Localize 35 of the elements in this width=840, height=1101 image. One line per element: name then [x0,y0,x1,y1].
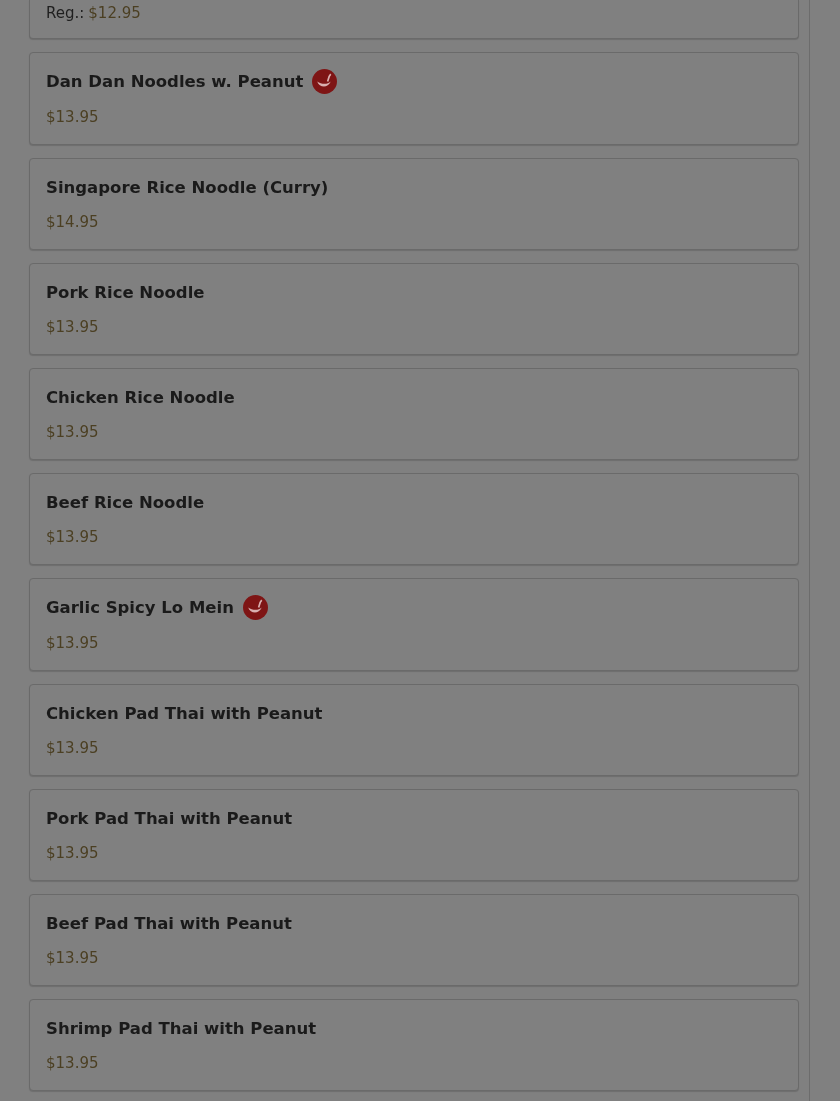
item-price: $13.95 [46,844,100,862]
menu-item-card[interactable]: Pork Pad Thai with Peanut $13.95 [29,789,799,881]
item-name: Beef Pad Thai with Peanut [46,913,292,933]
menu-item-card[interactable]: Chicken Rice Noodle $13.95 [29,368,799,460]
item-price: $13.95 [46,949,100,967]
item-name: Pork Rice Noodle [46,282,205,302]
item-price: $14.95 [46,213,100,231]
item-price: $13.95 [46,528,100,546]
menu-item-card[interactable]: Garlic Spicy Lo Mein $13.95 [29,578,799,671]
item-name: Singapore Rice Noodle (Curry) [46,177,329,197]
item-name: Chicken Pad Thai with Peanut [46,703,323,723]
menu-item-card[interactable]: Chicken Pad Thai with Peanut $13.95 [29,684,799,776]
chili-pepper-icon [242,595,268,620]
menu-item-card[interactable]: Pork Rice Noodle $13.95 [29,263,799,355]
item-price: $12.95 [88,4,141,22]
item-name: Garlic Spicy Lo Mein [46,598,234,617]
item-price: $13.95 [46,423,100,441]
menu-item-card[interactable]: Reg.: $12.95 [29,0,799,39]
menu-item-card[interactable]: Singapore Rice Noodle (Curry) $14.95 [29,158,799,250]
price-label: Reg.: [46,4,85,22]
item-name: Chicken Rice Noodle [46,387,235,407]
item-price: $13.95 [46,108,100,126]
item-name: Beef Rice Noodle [46,492,205,512]
menu-item-card[interactable]: Beef Pad Thai with Peanut $13.95 [29,894,799,986]
item-name: Dan Dan Noodles w. Peanut [46,72,304,91]
item-name: Shrimp Pad Thai with Peanut [46,1018,317,1038]
item-price: $13.95 [46,634,100,652]
item-price: $13.95 [46,739,100,757]
item-name: Pork Pad Thai with Peanut [46,808,293,828]
item-price: $13.95 [46,318,100,336]
chili-pepper-icon [312,69,338,94]
menu-item-card[interactable]: Shrimp Pad Thai with Peanut $13.95 [29,999,799,1091]
menu-item-card[interactable]: Beef Rice Noodle $13.95 [29,473,799,565]
item-price: $13.95 [46,1054,100,1072]
menu-item-card[interactable]: Dan Dan Noodles w. Peanut $13.95 [29,52,799,145]
